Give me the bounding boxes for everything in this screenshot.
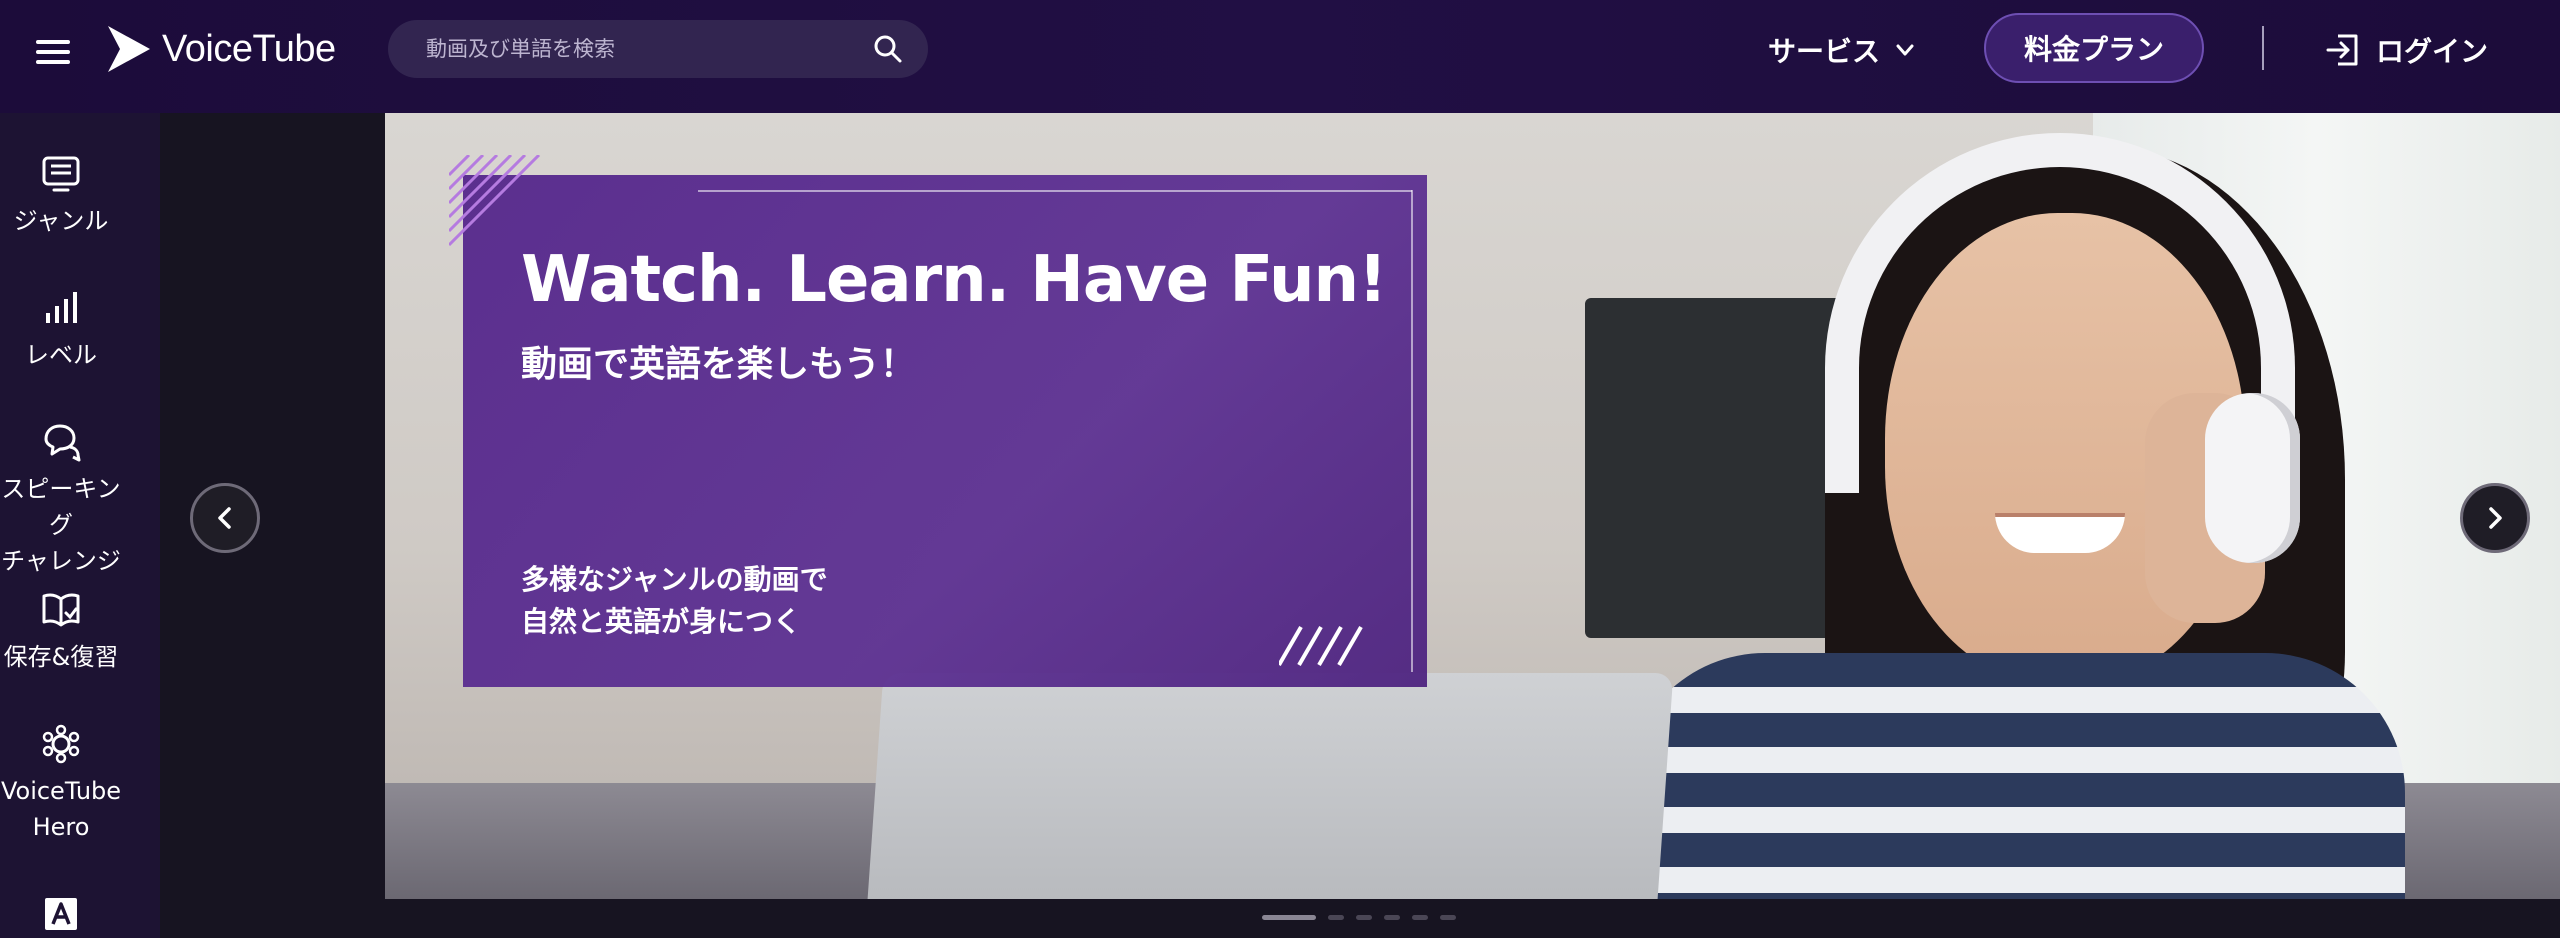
chevron-down-icon [1896, 44, 1914, 56]
promo-frame-line [1411, 190, 1413, 672]
carousel-prev-button[interactable] [190, 483, 260, 553]
sidebar-item-label: VoiceTube Hero [0, 777, 122, 841]
top-navigation-bar: VoiceTube サービス 料金プラン ログイン [0, 0, 2560, 113]
carousel-dot[interactable] [1384, 915, 1400, 920]
header-divider [2262, 26, 2264, 70]
diagonal-stripes-decoration [1279, 625, 1363, 667]
letter-a-icon [45, 898, 77, 930]
banner-body-text: 多様なジャンルの動画で 自然と英語が身につく [521, 563, 828, 638]
hero-banner-slide[interactable]: Watch. Learn. Have Fun! 動画で英語を楽しもう！ 多様なジ… [385, 113, 2560, 899]
carousel-dot[interactable] [1328, 915, 1344, 920]
login-button[interactable]: ログイン [2324, 28, 2488, 72]
carousel-next-button[interactable] [2460, 483, 2530, 553]
pricing-plan-button[interactable]: 料金プラン [1984, 13, 2204, 83]
services-dropdown[interactable]: サービス [1768, 28, 1916, 72]
diagonal-stripes-decoration [449, 155, 541, 247]
chevron-right-icon [2489, 507, 2502, 529]
hamburger-menu-icon[interactable] [36, 34, 76, 74]
sidebar-item-speaking-challenge[interactable]: スピーキング チャレンジ [0, 421, 122, 579]
genre-icon [42, 156, 80, 192]
sidebar-item-save-review[interactable]: 保存&復習 [0, 589, 122, 675]
speech-bubbles-icon [44, 424, 81, 462]
carousel-dot[interactable] [1356, 915, 1372, 920]
sidebar-item-genre[interactable]: ジャンル [0, 153, 122, 239]
sidebar: ジャンル レベル スピーキング チャレンジ 保存&復習 VoiceTube He… [0, 113, 160, 938]
sidebar-item-label: ジャンル [13, 207, 109, 235]
carousel-dot[interactable] [1262, 915, 1316, 920]
sidebar-item-level[interactable]: レベル [0, 287, 122, 373]
banner-photo-person-smile [1995, 513, 2125, 553]
sidebar-item-voicetube-hero[interactable]: VoiceTube Hero [0, 723, 122, 845]
level-bars-icon [46, 292, 77, 323]
sidebar-item-label: スピーキング チャレンジ [1, 475, 121, 575]
hero-icon [42, 724, 80, 764]
promo-frame-line [698, 190, 1412, 192]
book-check-icon [42, 593, 80, 627]
sidebar-item-label: 保存&復習 [3, 643, 119, 671]
search-bar [388, 20, 928, 78]
main-content: Watch. Learn. Have Fun! 動画で英語を楽しもう！ 多様なジ… [160, 113, 2560, 938]
banner-photo-laptop [866, 673, 1674, 899]
promo-card: Watch. Learn. Have Fun! 動画で英語を楽しもう！ 多様なジ… [449, 155, 1427, 687]
carousel-dot[interactable] [1412, 915, 1428, 920]
carousel-pagination [1262, 915, 1456, 920]
voicetube-logo[interactable]: VoiceTube [106, 22, 336, 76]
services-label: サービス [1768, 35, 1881, 68]
play-logo-icon [108, 26, 150, 72]
banner-photo-headphone-cup [2205, 393, 2300, 563]
login-label: ログイン [2376, 35, 2489, 68]
banner-subtitle: 動画で英語を楽しもう！ [521, 344, 916, 385]
search-input[interactable] [426, 37, 872, 61]
search-icon[interactable] [872, 33, 904, 65]
brand-name: VoiceTube [162, 27, 336, 70]
sidebar-item-label: レベル [25, 341, 97, 369]
carousel-dot[interactable] [1440, 915, 1456, 920]
sidebar-item-vocabulary[interactable] [0, 893, 122, 938]
chevron-left-icon [218, 507, 231, 529]
login-icon [2326, 34, 2358, 66]
banner-photo-striped-shirt [1625, 653, 2405, 899]
banner-title: Watch. Learn. Have Fun! [521, 243, 1387, 317]
